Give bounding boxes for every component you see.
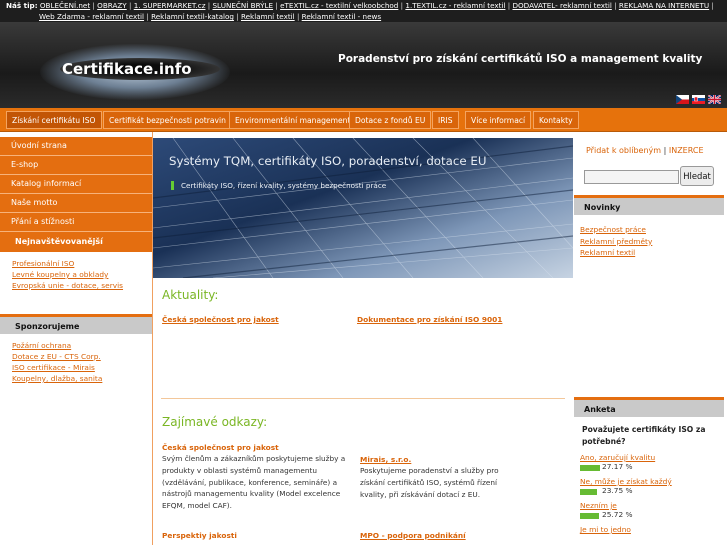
- topbar-link[interactable]: DODAVATEL- reklamní textil: [512, 1, 611, 10]
- topbar-link[interactable]: 1.TEXTIL.cz - reklamní textil: [405, 1, 505, 10]
- topbar-link[interactable]: eTEXTIL.cz - textilní velkoobchod: [280, 1, 398, 10]
- nav-tab-eu-funds[interactable]: Dotace z fondů EU: [349, 111, 432, 129]
- search-button[interactable]: Hledat: [680, 166, 714, 186]
- main-navigation: Získání certifikátu ISO Certifikát bezpe…: [0, 108, 727, 132]
- topbar-link[interactable]: 1. SUPERMARKET.cz: [134, 1, 206, 10]
- news-sidebar-link[interactable]: Reklamní předměty: [580, 236, 652, 248]
- uk-flag-icon[interactable]: [708, 95, 721, 104]
- section-divider: [161, 398, 565, 399]
- sponsor-link[interactable]: Dotace z EU - CTS Corp.: [12, 351, 152, 362]
- poll-percent: 25.72 %: [602, 510, 633, 519]
- poll-percent: 27.17 %: [602, 462, 633, 471]
- nav-tab-iris[interactable]: IRIS: [432, 111, 459, 129]
- link-title[interactable]: Mirais, s.r.o.: [360, 455, 411, 464]
- nav-tab-food-safety[interactable]: Certifikát bezpečnosti potravin: [103, 111, 232, 129]
- site-logo-title[interactable]: Certifikace.info: [62, 60, 192, 78]
- slovak-flag-icon[interactable]: [692, 95, 705, 104]
- news-link[interactable]: Česká společnost pro jakost: [162, 315, 279, 324]
- poll-question: Považujete certifikáty ISO za potřebné?: [582, 425, 706, 446]
- most-visited-heading: Nejnavštěvovanější: [0, 232, 152, 252]
- czech-flag-icon[interactable]: [676, 95, 689, 104]
- right-sidebar: Přidat k oblíbeným | INZERCE Hledat Novi…: [574, 138, 727, 545]
- news-link[interactable]: Dokumentace pro získání ISO 9001: [357, 315, 502, 324]
- poll-option[interactable]: Je mi to jedno: [580, 525, 631, 534]
- topbar-link[interactable]: Reklamní textil: [241, 12, 295, 21]
- sidebar-item-wishes[interactable]: Přání a stížnosti: [0, 213, 152, 232]
- poll-bar: [580, 465, 600, 471]
- news-heading: Aktuality:: [162, 288, 219, 302]
- banner-subtitle: Certifikáty ISO, řízení kvality, systémy…: [171, 181, 386, 190]
- link-title[interactable]: MPO - podpora podnikání: [360, 531, 466, 540]
- banner-title: Systémy TQM, certifikáty ISO, poradenstv…: [169, 154, 487, 168]
- sidebar-item-motto[interactable]: Naše motto: [0, 194, 152, 213]
- topbar-link[interactable]: Web Zdarma - reklamní textil: [39, 12, 144, 21]
- site-tagline: Poradenství pro získání certifikátů ISO …: [338, 53, 703, 65]
- add-favorite-link[interactable]: Přidat k oblíbeným: [586, 146, 661, 155]
- most-visited-list: Profesionální ISO Levné koupelny a obkla…: [0, 252, 152, 314]
- poll-bar: [580, 513, 599, 519]
- site-header: Certifikace.info Poradenství pro získání…: [0, 22, 727, 108]
- nav-tab-more-info[interactable]: Více informací: [465, 111, 532, 129]
- sponsor-link[interactable]: Koupelny, dlažba, sanita: [12, 373, 152, 384]
- news-sidebar-link[interactable]: Reklamní textil: [580, 247, 652, 259]
- topbar-link[interactable]: OBLEČENÍ.net: [40, 1, 90, 10]
- most-visited-link[interactable]: Levné koupelny a obklady: [12, 269, 152, 280]
- poll-option[interactable]: Ano, zaručují kvalitu: [580, 453, 655, 462]
- advertising-link[interactable]: INZERCE: [669, 146, 704, 155]
- sidebar-item-eshop[interactable]: E-shop: [0, 156, 152, 175]
- nav-tab-contacts[interactable]: Kontakty: [533, 111, 579, 129]
- sidebar-item-catalog[interactable]: Katalog informací: [0, 175, 152, 194]
- sponsors-heading: Sponzorujeme: [0, 314, 152, 334]
- links-heading: Zajímavé odkazy:: [162, 415, 268, 429]
- link-title[interactable]: Česká společnost pro jakost: [162, 443, 279, 452]
- news-sidebar-link[interactable]: Bezpečnost práce: [580, 224, 652, 236]
- sidebar-item-home[interactable]: Úvodní strana: [0, 137, 152, 156]
- top-links-bar: Náš tip: OBLEČENÍ.net | OBRAZY | 1. SUPE…: [0, 0, 727, 22]
- topbar-link[interactable]: Reklamní textil-katalog: [151, 12, 234, 21]
- sponsor-link[interactable]: Požární ochrana: [12, 340, 152, 351]
- link-description: Svým členům a zákazníkům poskytujeme slu…: [162, 454, 346, 511]
- link-title[interactable]: Perspektiy jakosti: [162, 531, 237, 540]
- poll-option[interactable]: Ne, může je získat každý: [580, 477, 672, 486]
- link-description: Poskytujeme poradenství a služby pro zís…: [360, 466, 499, 499]
- most-visited-link[interactable]: Evropská unie - dotace, servis: [12, 280, 152, 291]
- nav-tab-environment[interactable]: Environmentální management: [229, 111, 357, 129]
- poll-option[interactable]: Nezním je: [580, 501, 617, 510]
- topbar-link[interactable]: REKLAMA NA INTERNETU: [619, 1, 709, 10]
- sponsor-link[interactable]: ISO certifikace - Mirais: [12, 362, 152, 373]
- sponsors-list: Požární ochrana Dotace z EU - CTS Corp. …: [0, 334, 152, 384]
- solar-panel-banner: Systémy TQM, certifikáty ISO, poradenstv…: [153, 138, 573, 278]
- main-content: Aktuality: Česká společnost pro jakost D…: [153, 278, 573, 545]
- poll-heading: Anketa: [574, 397, 724, 417]
- most-visited-link[interactable]: Profesionální ISO: [12, 258, 152, 269]
- topbar-link[interactable]: OBRAZY: [97, 1, 127, 10]
- news-sidebar-heading: Novinky: [574, 195, 724, 215]
- link-separator: |: [663, 146, 667, 155]
- poll-bar: [580, 489, 597, 495]
- language-flags: [676, 95, 721, 104]
- news-sidebar-list: Bezpečnost práce Reklamní předměty Rekla…: [580, 224, 652, 259]
- left-sidebar: Úvodní strana E-shop Katalog informací N…: [0, 132, 153, 545]
- topbar-link[interactable]: Reklamní textil - news: [302, 12, 381, 21]
- right-top-links: Přidat k oblíbeným | INZERCE: [586, 146, 704, 155]
- search-input[interactable]: [584, 170, 679, 184]
- topbar-prefix: Náš tip:: [6, 1, 38, 10]
- topbar-link[interactable]: SLUNEČNÍ BRÝLE: [212, 1, 273, 10]
- nav-tab-iso[interactable]: Získání certifikátu ISO: [6, 111, 102, 129]
- poll-percent: 23.75 %: [602, 486, 633, 495]
